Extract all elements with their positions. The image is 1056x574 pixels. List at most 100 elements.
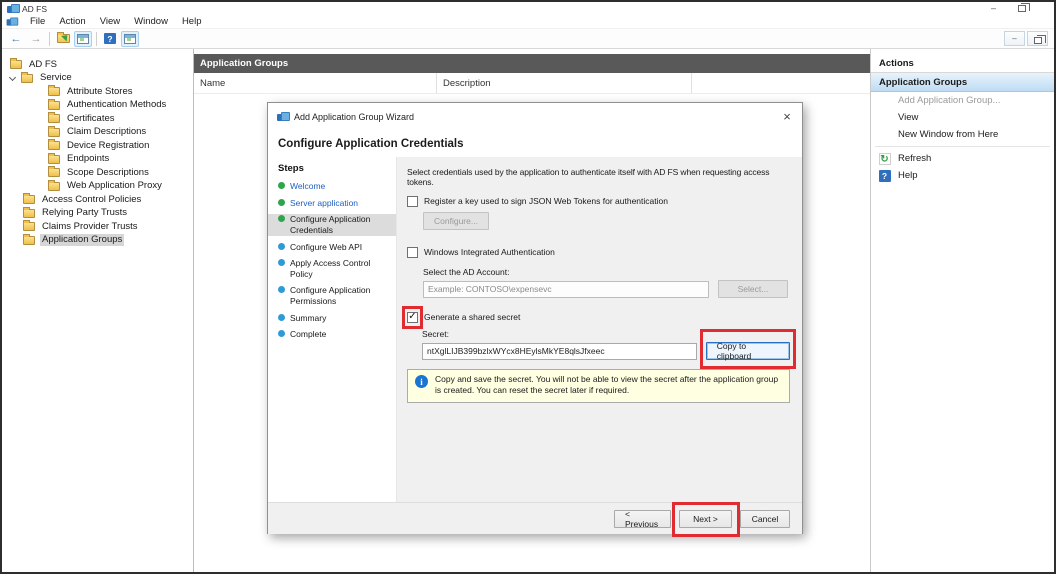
list-panel-header: Application Groups [194,54,870,73]
checkmark-icon: ✓ [408,312,416,322]
folder-icon [10,60,22,69]
steps-title: Steps [278,163,392,174]
menu-bar: File Action View Window Help [2,15,1054,29]
step-complete[interactable]: Complete [278,329,392,340]
folder-icon [48,128,60,137]
previous-button[interactable]: < Previous [614,510,671,528]
tree-item-relying-party-trusts[interactable]: Relying Party Trusts [2,207,193,221]
tree-item-application-groups[interactable]: Application Groups [2,234,193,248]
tree-item-endpoints[interactable]: Endpoints [2,153,193,167]
folder-icon [48,182,60,191]
step-upcoming-bullet-icon [278,259,285,266]
actions-group-application-groups[interactable]: Application Groups [871,73,1054,92]
toolbar-separator [49,32,50,46]
folder-icon [48,101,60,110]
child-restore-icon[interactable] [1027,31,1048,46]
tree-item-web-application-proxy[interactable]: Web Application Proxy [2,180,193,194]
step-apply-access-control-policy[interactable]: Apply Access Control Policy [278,258,392,279]
folder-icon [48,141,60,150]
tree-item-claim-descriptions[interactable]: Claim Descriptions [2,126,193,140]
action-new-window-from-here[interactable]: New Window from Here [871,126,1054,143]
tree-item-device-registration[interactable]: Device Registration [2,139,193,153]
menu-help[interactable]: Help [175,15,209,29]
step-done-bullet-icon [278,199,285,206]
tree-item-access-control-policies[interactable]: Access Control Policies [2,193,193,207]
tree-item-adfs[interactable]: AD FS [2,58,193,72]
actions-pane: Actions Application Groups Add Applicati… [870,49,1054,574]
tree-item-authentication-methods[interactable]: Authentication Methods [2,99,193,113]
tree-item-scope-descriptions[interactable]: Scope Descriptions [2,166,193,180]
folder-icon [23,195,35,204]
generate-shared-secret-label: Generate a shared secret [424,312,520,322]
child-minimize-icon[interactable]: – [1004,31,1025,46]
wizard-content: Select credentials used by the applicati… [396,157,802,502]
secret-input[interactable] [422,343,697,360]
step-welcome[interactable]: Welcome [278,181,392,192]
folder-icon [48,168,60,177]
show-hide-console-tree-icon[interactable] [74,31,92,47]
step-server-application[interactable]: Server application [278,198,392,209]
restore-icon[interactable] [1018,5,1026,12]
actions-pane-title: Actions [871,54,1054,73]
toolbar-separator [96,32,97,46]
chevron-down-icon[interactable] [9,74,16,81]
step-upcoming-bullet-icon [278,243,285,250]
refresh-icon: ↻ [879,153,891,165]
action-view[interactable]: View [871,109,1054,126]
wizard-steps-pane: Steps Welcome Server application Configu… [268,157,396,502]
configure-button[interactable]: Configure... [423,212,489,230]
step-summary[interactable]: Summary [278,313,392,324]
adfs-app-icon-small [7,17,17,26]
step-configure-application-permissions[interactable]: Configure Application Permissions [278,285,392,306]
menu-action[interactable]: Action [52,15,92,29]
step-upcoming-bullet-icon [278,286,285,293]
select-button[interactable]: Select... [718,280,788,298]
forward-icon[interactable]: → [27,31,45,47]
wizard-footer: < Previous Next > Cancel [268,502,802,534]
title-bar: AD FS – [2,2,1054,15]
secret-label: Secret: [422,329,790,339]
credentials-intro-text: Select credentials used by the applicati… [407,167,790,187]
minimize-icon[interactable]: – [991,2,996,15]
tree-item-attribute-stores[interactable]: Attribute Stores [2,85,193,99]
copy-to-clipboard-button[interactable]: Copy to clipboard [706,342,790,360]
windows-integrated-auth-label: Windows Integrated Authentication [424,247,555,257]
column-header-description[interactable]: Description [437,73,692,93]
tree-item-claims-provider-trusts[interactable]: Claims Provider Trusts [2,220,193,234]
menu-view[interactable]: View [93,15,127,29]
secret-info-text: Copy and save the secret. You will not b… [435,374,781,397]
toolbar: ← → ? – [2,29,1054,49]
action-add-application-group[interactable]: Add Application Group... [871,92,1054,109]
folder-icon [48,114,60,123]
generate-shared-secret-checkbox[interactable]: ✓ [407,312,418,323]
menu-file[interactable]: File [23,15,52,29]
tree-item-service[interactable]: Service [2,72,193,86]
wizard-heading: Configure Application Credentials [268,130,802,157]
action-help[interactable]: ? Help [871,167,1054,184]
menu-window[interactable]: Window [127,15,175,29]
export-list-icon[interactable] [54,31,72,47]
close-icon[interactable]: × [772,103,802,129]
back-icon[interactable]: ← [7,31,25,47]
cancel-button[interactable]: Cancel [740,510,790,528]
step-configure-web-api[interactable]: Configure Web API [278,242,392,253]
folder-icon [23,236,35,245]
actions-separator [875,146,1050,147]
step-upcoming-bullet-icon [278,314,285,321]
add-application-group-wizard-dialog: Add Application Group Wizard × Configure… [267,102,803,534]
column-header-name[interactable]: Name [194,73,437,93]
next-button[interactable]: Next > [679,510,732,528]
show-hide-action-pane-icon[interactable] [121,31,139,47]
step-current-bullet-icon [278,215,285,222]
tree-item-certificates[interactable]: Certificates [2,112,193,126]
info-icon: i [415,375,428,388]
secret-info-box: i Copy and save the secret. You will not… [407,369,790,403]
help-toolbar-icon[interactable]: ? [101,31,119,47]
register-key-checkbox[interactable] [407,196,418,207]
windows-integrated-auth-checkbox[interactable] [407,247,418,258]
adfs-app-icon [7,4,18,14]
ad-account-input[interactable] [423,281,709,298]
folder-icon [23,209,35,218]
action-refresh[interactable]: ↻ Refresh [871,150,1054,167]
step-configure-application-credentials[interactable]: Configure Application Credentials [268,214,396,235]
